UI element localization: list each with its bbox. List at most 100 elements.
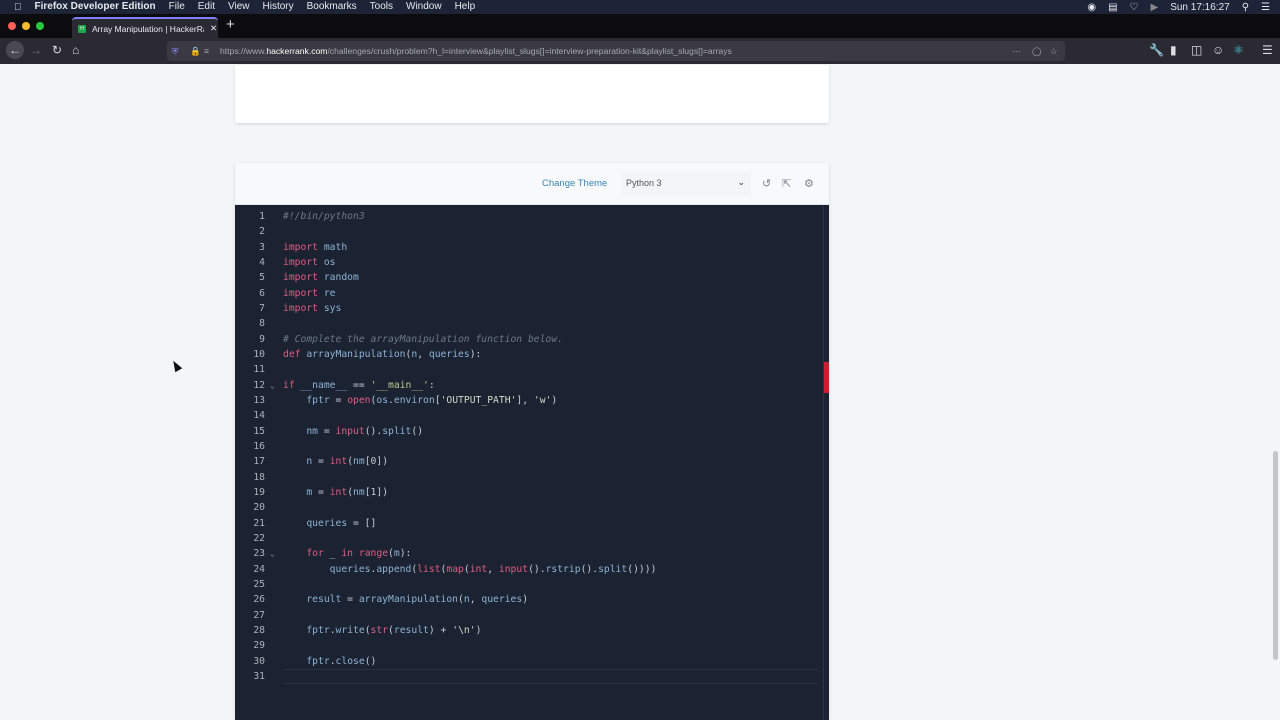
code-line[interactable]: 26 result = arrayManipulation(n, queries… xyxy=(235,592,820,607)
code-line[interactable]: 21 queries = [] xyxy=(235,516,820,531)
mouse-cursor-icon xyxy=(169,358,183,373)
sidebar-icon[interactable]: ◫ xyxy=(1191,43,1202,57)
url-path: /challenges/crush/problem?h_l=interview&… xyxy=(327,46,732,56)
language-select[interactable]: Python 3 ⌄ xyxy=(621,171,751,197)
code-line[interactable]: 11 xyxy=(235,362,820,377)
code-line[interactable]: 28 fptr.write(str(result) + '\n') xyxy=(235,623,820,638)
forward-button[interactable]: → xyxy=(30,43,42,57)
code-text: fptr.write(str(result) + '\n') xyxy=(283,623,481,638)
zoom-window-button[interactable] xyxy=(36,22,44,30)
menu-view[interactable]: View xyxy=(228,0,250,14)
menu-app-name[interactable]: Firefox Developer Edition xyxy=(35,0,156,14)
code-line[interactable]: 5 import random xyxy=(235,270,820,285)
menu-bookmarks[interactable]: Bookmarks xyxy=(307,0,357,14)
code-line[interactable]: 2 xyxy=(235,224,820,239)
developer-tools-icon[interactable]: 🔧 xyxy=(1149,43,1164,57)
reset-code-icon[interactable]: ↺ xyxy=(762,177,771,190)
code-token: int xyxy=(329,456,348,468)
fullscreen-icon[interactable]: ⇱ xyxy=(782,177,791,190)
url-bar[interactable]: ⛨ 🔒 ≡ https://www.hackerrank.com/challen… xyxy=(167,41,1065,61)
library-icon[interactable]: ▮ xyxy=(1170,43,1177,57)
code-editor[interactable]: 1 #!/bin/python3 2 3 import math 4 import os 5 i… xyxy=(235,205,829,720)
lock-icon[interactable]: 🔒 xyxy=(190,46,201,57)
menu-tools[interactable]: Tools xyxy=(370,0,393,14)
tab-array-manipulation[interactable]: H Array Manipulation | HackerRank ✕ xyxy=(72,17,218,38)
code-line[interactable]: 15 nm = input().split() xyxy=(235,424,820,439)
code-line[interactable]: 31 xyxy=(235,669,820,684)
menu-file[interactable]: File xyxy=(169,0,185,14)
code-line[interactable]: 8 xyxy=(235,316,820,331)
minimize-window-button[interactable] xyxy=(22,22,30,30)
reload-button[interactable]: ↻ xyxy=(52,43,62,57)
editor-scrollbar[interactable] xyxy=(823,205,829,720)
code-line[interactable]: 20 xyxy=(235,500,820,515)
code-line[interactable]: 10 def arrayManipulation(n, queries): xyxy=(235,347,820,362)
spotlight-icon[interactable]: ⚲ xyxy=(1242,2,1249,13)
bookmark-star-icon[interactable]: ☆ xyxy=(1050,46,1058,57)
code-line[interactable]: 17 n = int(nm[0]) xyxy=(235,454,820,469)
fold-chevron-icon[interactable]: ⌄ xyxy=(270,378,275,393)
code-line[interactable]: 7 import sys xyxy=(235,301,820,316)
code-line[interactable]: 16 xyxy=(235,439,820,454)
flag-icon[interactable]: ▤ xyxy=(1108,2,1117,13)
back-button[interactable]: ← xyxy=(6,41,24,59)
change-theme-link[interactable]: Change Theme xyxy=(542,178,607,189)
line-number: 2 xyxy=(259,226,265,238)
wifi-icon[interactable]: ♡ xyxy=(1130,2,1139,13)
code-line[interactable]: 25 xyxy=(235,577,820,592)
notification-center-icon[interactable]: ☰ xyxy=(1261,2,1270,13)
code-line[interactable]: 3 import math xyxy=(235,240,820,255)
clock[interactable]: Sun 17:16:27 xyxy=(1170,2,1230,13)
code-line[interactable]: 18 xyxy=(235,470,820,485)
line-number: 24 xyxy=(253,563,265,575)
code-line[interactable]: 23 ⌄ for _ in range(m): xyxy=(235,546,820,561)
account-icon[interactable]: ☺ xyxy=(1212,43,1224,57)
code-line[interactable]: 12 ⌄ if __name__ == '__main__': xyxy=(235,378,820,393)
home-button[interactable]: ⌂ xyxy=(72,43,79,57)
code-line[interactable]: 1 #!/bin/python3 xyxy=(235,209,820,224)
pocket-icon[interactable]: ◯ xyxy=(1032,46,1042,57)
apple-icon[interactable]:  xyxy=(14,2,22,13)
code-line[interactable]: 30 fptr.close() xyxy=(235,654,820,669)
code-line[interactable]: 9 # Complete the arrayManipulation functi… xyxy=(235,332,820,347)
permissions-icon[interactable]: ≡ xyxy=(204,46,209,56)
app-menu-icon[interactable]: ☰ xyxy=(1262,43,1273,57)
code-text: queries = [] xyxy=(283,516,376,531)
code-token: (). xyxy=(528,563,546,575)
code-line[interactable]: 24 queries.append(list(map(int, input().… xyxy=(235,562,820,577)
code-text: import os xyxy=(283,255,336,270)
code-token: write xyxy=(335,624,365,636)
code-text: import sys xyxy=(283,301,341,316)
code-token: int xyxy=(329,486,348,498)
code-line[interactable]: 29 xyxy=(235,638,820,653)
code-line[interactable]: 13 fptr = open(os.environ['OUTPUT_PATH']… xyxy=(235,393,820,408)
close-window-button[interactable] xyxy=(8,22,16,30)
code-line[interactable]: 27 xyxy=(235,608,820,623)
code-line[interactable]: 14 xyxy=(235,408,820,423)
code-token: _ xyxy=(323,548,342,560)
page-scrollbar[interactable] xyxy=(1273,451,1278,660)
code-line[interactable]: 22 xyxy=(235,531,820,546)
volume-icon[interactable]: ▶ xyxy=(1151,2,1159,13)
line-number: 16 xyxy=(253,440,265,452)
url-text[interactable]: https://www.hackerrank.com/challenges/cr… xyxy=(220,46,732,56)
react-devtools-icon[interactable]: ⚛ xyxy=(1233,43,1244,57)
code-text: nm = input().split() xyxy=(283,424,423,439)
sync-icon[interactable]: ◉ xyxy=(1087,2,1096,13)
menu-edit[interactable]: Edit xyxy=(198,0,215,14)
tracking-shield-icon[interactable]: ⛨ xyxy=(172,46,178,57)
close-tab-icon[interactable]: ✕ xyxy=(210,23,217,34)
code-line[interactable]: 4 import os xyxy=(235,255,820,270)
menu-window[interactable]: Window xyxy=(406,0,442,14)
code-line[interactable]: 6 import re xyxy=(235,286,820,301)
code-token: import xyxy=(283,241,318,253)
new-tab-button[interactable]: + xyxy=(226,16,235,33)
code-token: __name__ xyxy=(300,379,348,391)
fold-chevron-icon[interactable]: ⌄ xyxy=(270,546,275,561)
page-actions-icon[interactable]: ⋯ xyxy=(1012,46,1021,57)
menu-history[interactable]: History xyxy=(263,0,294,14)
code-line[interactable]: 19 m = int(nm[1]) xyxy=(235,485,820,500)
code-token: queries xyxy=(428,348,470,360)
settings-gear-icon[interactable]: ⚙ xyxy=(804,177,814,190)
menu-help[interactable]: Help xyxy=(455,0,476,14)
